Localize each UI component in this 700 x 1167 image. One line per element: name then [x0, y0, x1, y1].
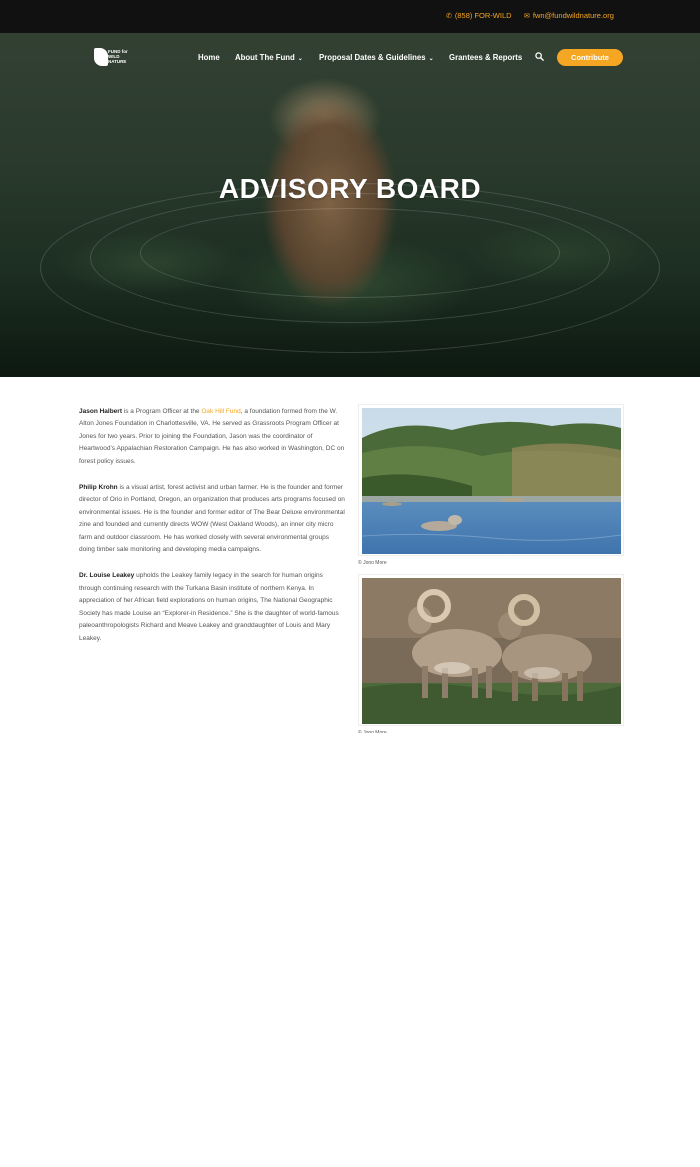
bio-text: , a foundation formed from the W. Alton … [79, 408, 345, 465]
nav-proposal[interactable]: Proposal Dates & Guidelines ⌄ [319, 53, 434, 62]
nav-home-label: Home [198, 53, 220, 62]
page-title: ADVISORY BOARD [218, 173, 482, 204]
phone-link[interactable]: ✆ (858) FOR-WILD [446, 11, 512, 20]
phone-icon: ✆ [446, 13, 452, 20]
nav-proposal-label: Proposal Dates & Guidelines [319, 53, 426, 62]
nav-about-label: About The Fund [235, 53, 295, 62]
bio-name: Philip Krohn [79, 484, 118, 492]
nav-grantees-label: Grantees & Reports [449, 53, 523, 62]
photo-bighorn-sheep [358, 574, 624, 726]
email-text: fwn@fundwildnature.org [532, 11, 614, 20]
email-link[interactable]: ✉ fwn@fundwildnature.org [524, 11, 614, 20]
oak-hill-fund-link[interactable]: Oak Hill Fund [201, 408, 240, 415]
phone-text: (858) FOR-WILD [454, 11, 512, 20]
logo-text: FUND for WILD NATURE [108, 49, 128, 64]
site-logo[interactable]: FUND for WILD NATURE [94, 48, 128, 68]
hero-banner [0, 33, 700, 377]
logo-line: NATURE [108, 59, 127, 64]
photo-caption: © Jono More [358, 560, 387, 566]
bio-text: is a Program Officer at the [122, 408, 202, 415]
bio-text: upholds the Leakey family legacy in the … [79, 572, 339, 642]
logo-mark [94, 48, 108, 66]
bio-name: Dr. Louise Leakey [79, 572, 135, 580]
bio-name: Jason Halbert [79, 408, 122, 415]
bio-jason-halbert: Jason Halbert is a Program Officer at th… [79, 406, 345, 468]
photo-seal-lagoon [358, 404, 624, 556]
hero-overlay [0, 33, 700, 377]
bio-louise-leakey: Dr. Louise Leakey upholds the Leakey fam… [79, 570, 345, 644]
chevron-down-icon: ⌄ [297, 56, 303, 62]
photo-caption: © Jono More [358, 730, 387, 733]
top-bar: ✆ (858) FOR-WILD ✉ fwn@fundwildnature.org [0, 0, 700, 33]
nav-home[interactable]: Home [198, 53, 220, 62]
envelope-icon: ✉ [524, 13, 530, 20]
seal-lagoon-image [362, 408, 621, 554]
search-icon[interactable] [535, 52, 544, 61]
bio-philip-krohn: Philip Krohn is a visual artist, forest … [79, 482, 345, 556]
nav-about[interactable]: About The Fund ⌄ [235, 53, 303, 62]
bio-text: is a visual artist, forest activist and … [79, 484, 345, 554]
advisory-bios: Jason Halbert is a Program Officer at th… [79, 406, 345, 659]
contribute-button[interactable]: Contribute [557, 49, 623, 66]
chevron-down-icon: ⌄ [428, 56, 434, 62]
nav-grantees[interactable]: Grantees & Reports [449, 53, 522, 62]
bighorn-sheep-image [362, 578, 621, 724]
